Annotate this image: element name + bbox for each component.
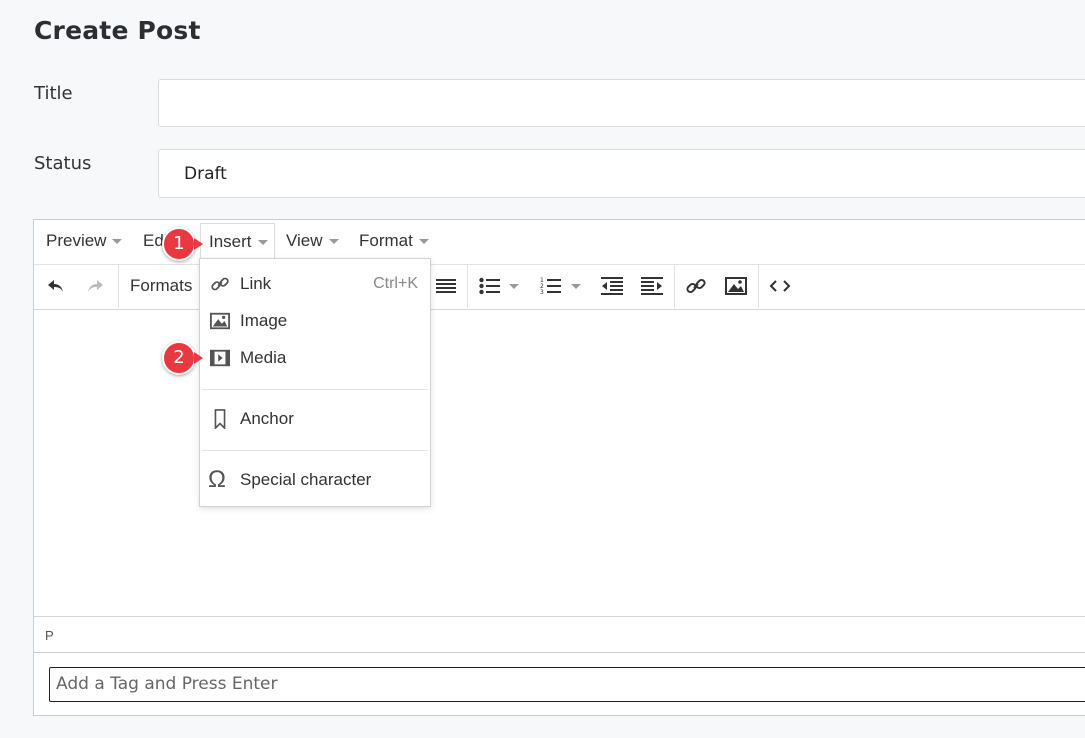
- bullet-list-button[interactable]: [475, 271, 505, 301]
- tag-input[interactable]: Add a Tag and Press Enter: [49, 667, 1085, 702]
- align-justify-button[interactable]: [431, 271, 461, 301]
- chevron-down-icon: [328, 239, 339, 245]
- bookmark-icon: [214, 409, 226, 429]
- menu-format[interactable]: Format: [359, 220, 429, 263]
- menu-preview[interactable]: Preview: [46, 220, 123, 263]
- indent-button[interactable]: [637, 271, 667, 301]
- bullet-list-options[interactable]: [504, 271, 524, 301]
- indent-icon: [641, 277, 663, 295]
- undo-icon: [48, 280, 63, 292]
- chevron-down-icon: [509, 283, 519, 289]
- insert-dropdown-menu: Link Ctrl+K Image Media Anchor Ω Special…: [199, 258, 431, 507]
- toolbar-separator: [467, 265, 468, 308]
- insert-media-item[interactable]: Media: [200, 339, 430, 376]
- insert-anchor-label: Anchor: [240, 409, 294, 428]
- status-label: Status: [34, 153, 92, 174]
- link-icon: [686, 278, 706, 294]
- menu-format-label: Format: [359, 231, 413, 250]
- numbered-list-options[interactable]: [566, 271, 586, 301]
- menu-preview-label: Preview: [46, 231, 107, 250]
- chevron-down-icon: [257, 240, 268, 246]
- status-select[interactable]: Draft: [158, 149, 1085, 198]
- image-icon: [725, 277, 747, 295]
- svg-text:3: 3: [540, 289, 544, 296]
- toolbar-separator: [758, 265, 759, 308]
- redo-icon: [88, 280, 103, 292]
- title-input[interactable]: [158, 79, 1085, 127]
- insert-media-label: Media: [240, 348, 287, 367]
- rich-text-editor: Preview Edit Insert View Format Formats …: [33, 219, 1085, 716]
- redo-button[interactable]: [80, 271, 110, 301]
- insert-link-item[interactable]: Link Ctrl+K: [200, 265, 430, 302]
- menu-view[interactable]: View: [286, 220, 339, 263]
- insert-link-shortcut: Ctrl+K: [373, 275, 418, 292]
- insert-link-button[interactable]: [681, 271, 711, 301]
- align-justify-icon: [436, 279, 456, 293]
- element-path[interactable]: P: [34, 616, 1085, 653]
- insert-image-label: Image: [240, 311, 288, 330]
- link-icon: [211, 277, 229, 291]
- code-icon: [769, 280, 791, 292]
- step-2-badge: 2: [162, 341, 203, 375]
- editor-toolbar: Formats 1 2 3: [34, 265, 1085, 310]
- insert-image-item[interactable]: Image: [200, 302, 430, 339]
- numbered-list-button[interactable]: 1 2 3: [536, 271, 566, 301]
- bullet-list-icon: [479, 277, 500, 295]
- image-icon: [210, 312, 230, 330]
- chevron-down-icon: [571, 283, 581, 289]
- menu-separator: [202, 389, 428, 390]
- page-title: Create Post: [34, 16, 201, 45]
- chevron-down-icon: [112, 239, 123, 245]
- outdent-button[interactable]: [597, 271, 627, 301]
- title-label: Title: [34, 83, 73, 104]
- insert-anchor-item[interactable]: Anchor: [200, 400, 430, 437]
- omega-icon: Ω: [208, 466, 226, 493]
- toolbar-separator: [118, 265, 119, 308]
- toolbar-separator: [674, 265, 675, 308]
- insert-image-button[interactable]: [721, 271, 751, 301]
- source-code-button[interactable]: [765, 271, 795, 301]
- chevron-down-icon: [418, 239, 429, 245]
- media-icon: [210, 349, 230, 367]
- menu-view-label: View: [286, 231, 323, 250]
- insert-link-label: Link: [240, 274, 272, 293]
- numbered-list-icon: 1 2 3: [540, 277, 561, 296]
- insert-special-character-item[interactable]: Ω Special character: [200, 461, 430, 498]
- undo-button[interactable]: [41, 271, 71, 301]
- outdent-icon: [601, 277, 623, 295]
- menu-separator: [202, 450, 428, 451]
- menu-insert-label: Insert: [209, 232, 252, 251]
- create-post-page: Create Post Title Status Draft Preview E…: [0, 0, 1085, 738]
- insert-special-character-label: Special character: [240, 470, 372, 489]
- step-1-badge: 1: [162, 227, 203, 261]
- formats-dropdown[interactable]: Formats: [130, 265, 192, 307]
